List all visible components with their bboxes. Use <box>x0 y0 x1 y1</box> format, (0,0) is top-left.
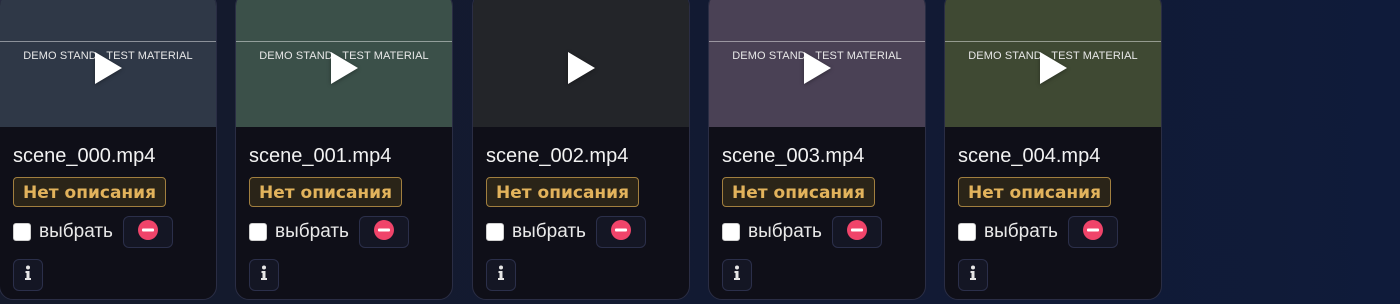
video-card: scene_002.mp4 Нет описания выбрать <box>472 0 690 300</box>
select-checkbox[interactable] <box>13 223 31 241</box>
remove-button[interactable] <box>122 216 173 248</box>
video-thumbnail[interactable]: DEMO STAND TEST MATERIAL <box>236 0 452 127</box>
thumbnail-divider <box>236 41 452 42</box>
select-label[interactable]: выбрать <box>275 221 349 243</box>
remove-button[interactable] <box>358 216 409 248</box>
remove-button[interactable] <box>831 216 882 248</box>
select-label[interactable]: выбрать <box>39 221 113 243</box>
select-checkbox[interactable] <box>249 223 267 241</box>
play-icon[interactable] <box>329 51 359 85</box>
video-thumbnail[interactable]: DEMO STAND TEST MATERIAL <box>945 0 1161 127</box>
info-button[interactable] <box>958 259 988 291</box>
info-button[interactable] <box>722 259 752 291</box>
video-filename: scene_004.mp4 <box>958 145 1101 167</box>
info-icon <box>496 265 506 285</box>
remove-circle-icon <box>373 219 395 245</box>
no-description-badge: Нет описания <box>249 177 402 207</box>
video-card: DEMO STAND TEST MATERIAL scene_000.mp4 Н… <box>0 0 217 300</box>
info-button[interactable] <box>249 259 279 291</box>
remove-circle-icon <box>137 219 159 245</box>
no-description-badge: Нет описания <box>722 177 875 207</box>
remove-circle-icon <box>1082 219 1104 245</box>
video-filename: scene_003.mp4 <box>722 145 865 167</box>
video-filename: scene_002.mp4 <box>486 145 629 167</box>
video-card: DEMO STAND TEST MATERIAL scene_001.mp4 Н… <box>235 0 453 300</box>
thumbnail-divider <box>709 41 925 42</box>
play-icon[interactable] <box>566 51 596 85</box>
thumbnail-divider <box>945 41 1161 42</box>
remove-circle-icon <box>610 219 632 245</box>
remove-circle-icon <box>846 219 868 245</box>
video-thumbnail[interactable] <box>473 0 689 127</box>
remove-button[interactable] <box>1067 216 1118 248</box>
remove-button[interactable] <box>595 216 646 248</box>
info-button[interactable] <box>486 259 516 291</box>
video-filename: scene_000.mp4 <box>13 145 156 167</box>
video-thumbnail[interactable]: DEMO STAND TEST MATERIAL <box>709 0 925 127</box>
video-filename: scene_001.mp4 <box>249 145 392 167</box>
info-icon <box>23 265 33 285</box>
play-icon[interactable] <box>93 51 123 85</box>
video-thumbnail[interactable]: DEMO STAND TEST MATERIAL <box>0 0 216 127</box>
select-label[interactable]: выбрать <box>984 221 1058 243</box>
select-label[interactable]: выбрать <box>748 221 822 243</box>
select-checkbox[interactable] <box>722 223 740 241</box>
info-icon <box>259 265 269 285</box>
play-icon[interactable] <box>802 51 832 85</box>
video-grid: DEMO STAND TEST MATERIAL scene_000.mp4 Н… <box>0 0 1400 304</box>
select-checkbox[interactable] <box>486 223 504 241</box>
video-card: DEMO STAND TEST MATERIAL scene_004.mp4 Н… <box>944 0 1162 300</box>
select-checkbox[interactable] <box>958 223 976 241</box>
select-label[interactable]: выбрать <box>512 221 586 243</box>
info-button[interactable] <box>13 259 43 291</box>
no-description-badge: Нет описания <box>13 177 166 207</box>
info-icon <box>732 265 742 285</box>
video-card: DEMO STAND TEST MATERIAL scene_003.mp4 Н… <box>708 0 926 300</box>
play-icon[interactable] <box>1038 51 1068 85</box>
thumbnail-divider <box>0 41 216 42</box>
info-icon <box>968 265 978 285</box>
no-description-badge: Нет описания <box>486 177 639 207</box>
no-description-badge: Нет описания <box>958 177 1111 207</box>
